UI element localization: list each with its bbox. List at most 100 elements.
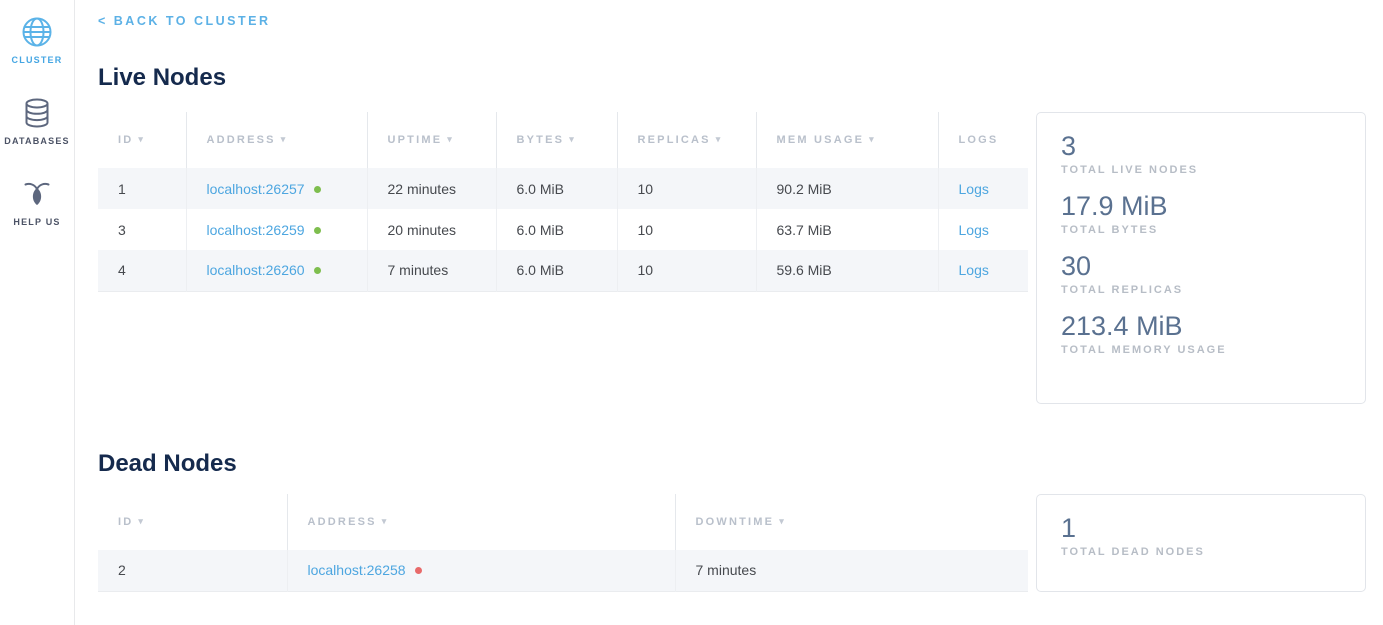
column-header-label: BYTES: [517, 134, 565, 146]
node-replicas-cell: 10: [617, 250, 756, 291]
sidebar-nav: CLUSTER DATABASES HELP US: [0, 0, 75, 625]
live-status-icon: [314, 227, 321, 234]
live-nodes-table: ID▾ ADDRESS ▾ UPTIME ▾ BYTES ▾ REPLICAS ▾ ME…: [98, 112, 1028, 292]
column-header-logs: LOGS: [938, 112, 1028, 168]
column-header-label: LOGS: [959, 134, 999, 146]
logs-link[interactable]: Logs: [959, 222, 989, 238]
column-header-id[interactable]: ID▾: [98, 112, 186, 168]
sidebar-item-label: HELP US: [13, 217, 60, 227]
node-replicas-cell: 10: [617, 209, 756, 250]
node-downtime-cell: 7 minutes: [675, 550, 1028, 591]
column-header-bytes[interactable]: BYTES ▾: [496, 112, 617, 168]
node-address-link[interactable]: localhost:26260: [207, 262, 305, 278]
globe-icon: [19, 14, 55, 50]
column-header-downtime[interactable]: DOWNTIME ▾: [675, 494, 1028, 550]
live-nodes-section: ID▾ ADDRESS ▾ UPTIME ▾ BYTES ▾ REPLICAS ▾ ME…: [98, 112, 1366, 404]
dead-nodes-section: ID ▾ ADDRESS ▾ DOWNTIME ▾ 2 localhost:26258…: [98, 494, 1366, 592]
column-header-label: DOWNTIME: [696, 516, 775, 528]
summary-stat: 30 TOTAL REPLICAS: [1061, 250, 1341, 296]
app-window: CLUSTER DATABASES HELP US < BACK TO CLUS…: [0, 0, 1383, 625]
node-id-cell: 3: [98, 209, 186, 250]
column-header-label: ID: [118, 516, 133, 528]
node-bytes-cell: 6.0 MiB: [496, 209, 617, 250]
sort-arrow-icon: ▾: [569, 134, 576, 144]
stat-value: 1: [1061, 512, 1341, 544]
column-header-label: UPTIME: [388, 134, 443, 146]
column-header-mem-usage[interactable]: MEM USAGE ▾: [756, 112, 938, 168]
column-header-label: ADDRESS: [308, 516, 377, 528]
table-row: 2 localhost:26258 7 minutes: [98, 550, 1028, 591]
node-bytes-cell: 6.0 MiB: [496, 250, 617, 291]
dead-status-icon: [415, 567, 422, 574]
node-address-cell: localhost:26258: [287, 550, 675, 591]
node-address-link[interactable]: localhost:26259: [207, 222, 305, 238]
node-address-link[interactable]: localhost:26258: [308, 562, 406, 578]
column-header-id[interactable]: ID ▾: [98, 494, 287, 550]
dead-nodes-title: Dead Nodes: [98, 450, 1366, 478]
stat-value: 30: [1061, 250, 1341, 282]
node-id-cell: 1: [98, 168, 186, 209]
live-status-icon: [314, 267, 321, 274]
live-status-icon: [314, 186, 321, 193]
summary-stat: 1 TOTAL DEAD NODES: [1061, 512, 1341, 558]
column-header-uptime[interactable]: UPTIME ▾: [367, 112, 496, 168]
node-replicas-cell: 10: [617, 168, 756, 209]
sidebar-item-help-us[interactable]: HELP US: [13, 176, 60, 227]
sidebar-item-databases[interactable]: DATABASES: [4, 95, 69, 146]
sort-arrow-icon: ▾: [447, 134, 454, 144]
node-id-cell: 4: [98, 250, 186, 291]
node-address-link[interactable]: localhost:26257: [207, 181, 305, 197]
node-logs-cell: Logs: [938, 168, 1028, 209]
node-uptime-cell: 7 minutes: [367, 250, 496, 291]
node-id-cell: 2: [98, 550, 287, 591]
sort-arrow-icon: ▾: [716, 134, 723, 144]
node-mem-cell: 90.2 MiB: [756, 168, 938, 209]
node-address-cell: localhost:26259: [186, 209, 367, 250]
sort-arrow-icon: ▾: [281, 134, 288, 144]
table-row: 1 localhost:26257 22 minutes 6.0 MiB 10 …: [98, 168, 1028, 209]
sort-arrow-icon: ▾: [138, 134, 145, 144]
main-content: < BACK TO CLUSTER Live Nodes ID▾ ADDRESS…: [75, 0, 1383, 625]
node-logs-cell: Logs: [938, 209, 1028, 250]
stat-value: 17.9 MiB: [1061, 190, 1341, 222]
stat-label: TOTAL REPLICAS: [1061, 284, 1341, 296]
column-header-replicas[interactable]: REPLICAS ▾: [617, 112, 756, 168]
logs-link[interactable]: Logs: [959, 262, 989, 278]
column-header-label: MEM USAGE: [777, 134, 865, 146]
live-table-header-row: ID▾ ADDRESS ▾ UPTIME ▾ BYTES ▾ REPLICAS ▾ ME…: [98, 112, 1028, 168]
summary-stat: 17.9 MiB TOTAL BYTES: [1061, 190, 1341, 236]
sidebar-item-label: DATABASES: [4, 136, 69, 146]
column-header-address[interactable]: ADDRESS ▾: [287, 494, 675, 550]
live-nodes-summary-panel: 3 TOTAL LIVE NODES 17.9 MiB TOTAL BYTES …: [1036, 112, 1366, 404]
summary-stat: 3 TOTAL LIVE NODES: [1061, 130, 1341, 176]
sort-arrow-icon: ▾: [382, 516, 389, 526]
sort-arrow-icon: ▾: [138, 516, 145, 526]
stat-label: TOTAL LIVE NODES: [1061, 164, 1341, 176]
stat-value: 3: [1061, 130, 1341, 162]
dead-table-header-row: ID ▾ ADDRESS ▾ DOWNTIME ▾: [98, 494, 1028, 550]
database-icon: [19, 95, 55, 131]
node-address-cell: localhost:26260: [186, 250, 367, 291]
stat-label: TOTAL BYTES: [1061, 224, 1341, 236]
live-nodes-title: Live Nodes: [98, 64, 1366, 92]
sidebar-item-cluster[interactable]: CLUSTER: [12, 14, 63, 65]
back-to-cluster-link[interactable]: < BACK TO CLUSTER: [98, 14, 271, 28]
cockroach-icon: [19, 176, 55, 212]
node-mem-cell: 63.7 MiB: [756, 209, 938, 250]
dead-nodes-summary-panel: 1 TOTAL DEAD NODES: [1036, 494, 1366, 592]
stat-label: TOTAL MEMORY USAGE: [1061, 344, 1341, 356]
sort-arrow-icon: ▾: [779, 516, 786, 526]
sort-arrow-icon: ▾: [869, 134, 876, 144]
logs-link[interactable]: Logs: [959, 181, 989, 197]
node-mem-cell: 59.6 MiB: [756, 250, 938, 291]
column-header-label: ADDRESS: [207, 134, 276, 146]
table-row: 3 localhost:26259 20 minutes 6.0 MiB 10 …: [98, 209, 1028, 250]
node-uptime-cell: 22 minutes: [367, 168, 496, 209]
dead-nodes-table: ID ▾ ADDRESS ▾ DOWNTIME ▾ 2 localhost:26258…: [98, 494, 1028, 592]
column-header-label: REPLICAS: [638, 134, 711, 146]
stat-label: TOTAL DEAD NODES: [1061, 546, 1341, 558]
node-uptime-cell: 20 minutes: [367, 209, 496, 250]
table-row: 4 localhost:26260 7 minutes 6.0 MiB 10 5…: [98, 250, 1028, 291]
column-header-address[interactable]: ADDRESS ▾: [186, 112, 367, 168]
sidebar-item-label: CLUSTER: [12, 55, 63, 65]
